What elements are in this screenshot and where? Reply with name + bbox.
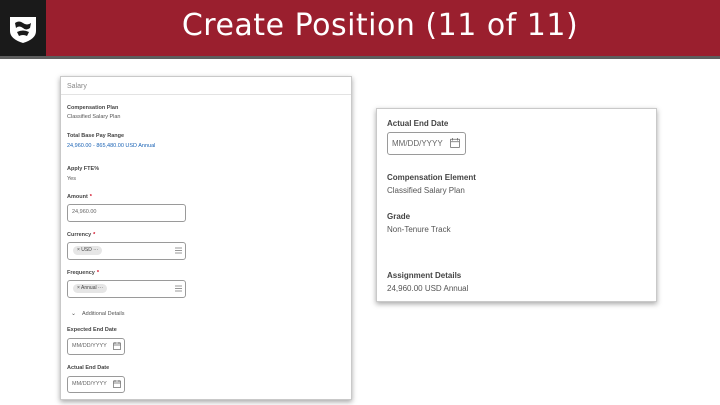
actual-end-date-label: Actual End Date	[387, 119, 449, 128]
additional-details-toggle[interactable]: Additional Details	[82, 311, 125, 317]
compensation-element-value[interactable]: Classified Salary Plan	[387, 186, 465, 195]
date-placeholder: MM/DD/YYYY	[72, 381, 107, 387]
actual-end-date-label: Actual End Date	[67, 365, 110, 371]
currency-pill[interactable]: × USD ···	[73, 246, 103, 255]
currency-select[interactable]: × USD ···	[67, 242, 186, 260]
list-menu-icon[interactable]	[175, 247, 182, 254]
frequency-pill[interactable]: × Annual ···	[73, 284, 107, 293]
position-summary-panel: Actual End Date MM/DD/YYYY Compensation …	[376, 108, 657, 302]
chevron-down-icon[interactable]: ⌄	[71, 310, 76, 317]
actual-end-date-input[interactable]: MM/DD/YYYY	[67, 376, 125, 393]
compensation-plan-value: Classified Salary Plan	[67, 114, 121, 120]
expected-end-date-input[interactable]: MM/DD/YYYY	[67, 338, 125, 355]
apply-fte-value: Yes	[67, 176, 76, 182]
calendar-icon[interactable]	[113, 342, 121, 350]
grade-label: Grade	[387, 212, 411, 221]
compensation-element-label: Compensation Element	[387, 173, 476, 182]
list-menu-icon[interactable]	[175, 285, 182, 292]
salary-form-panel: Salary Compensation Plan Classified Sala…	[60, 76, 352, 400]
compensation-plan-label: Compensation Plan	[67, 105, 119, 111]
amount-input-value: 24,960.00	[72, 209, 97, 215]
frequency-select[interactable]: × Annual ···	[67, 280, 186, 298]
assignment-details-value: 24,960.00 USD Annual	[387, 284, 469, 293]
banner-divider	[0, 56, 720, 59]
actual-end-date-input[interactable]: MM/DD/YYYY	[387, 132, 466, 155]
amount-label: Amount *	[67, 194, 92, 200]
required-marker: *	[89, 194, 92, 200]
pay-range-label: Total Base Pay Range	[67, 133, 125, 139]
frequency-label: Frequency *	[67, 270, 99, 276]
required-marker: *	[96, 270, 99, 276]
expected-end-date-label: Expected End Date	[67, 327, 117, 333]
slide-title: Create Position (11 of 11)	[181, 8, 579, 43]
date-placeholder: MM/DD/YYYY	[72, 343, 107, 349]
section-header-salary: Salary	[67, 83, 87, 90]
apply-fte-label: Apply FTE%	[67, 166, 100, 172]
pay-range-value[interactable]: 24,960.00 - 865,480.00 USD Annual	[67, 143, 155, 149]
calendar-icon[interactable]	[450, 138, 460, 148]
grade-value[interactable]: Non-Tenure Track	[387, 225, 451, 234]
date-placeholder: MM/DD/YYYY	[392, 139, 443, 148]
assignment-details-label: Assignment Details	[387, 271, 462, 280]
amount-input[interactable]: 24,960.00	[67, 204, 186, 222]
calendar-icon[interactable]	[113, 380, 121, 388]
currency-label: Currency *	[67, 232, 96, 238]
section-divider	[61, 94, 351, 95]
required-marker: *	[93, 232, 96, 238]
